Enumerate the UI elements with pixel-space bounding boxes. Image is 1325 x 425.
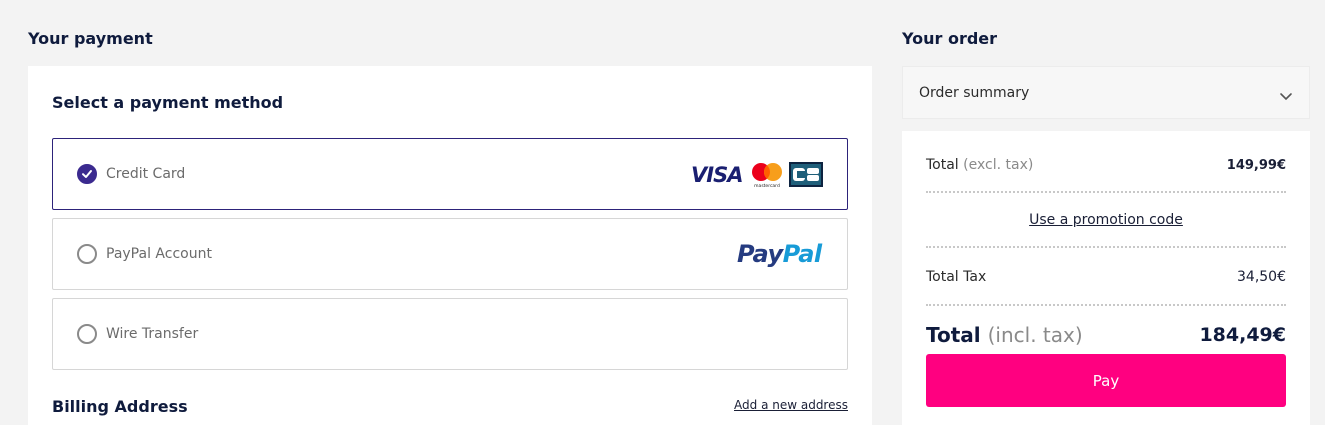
visa-logo: VISA	[691, 163, 743, 187]
total-excl-tax-value: 149,99€	[1226, 158, 1286, 173]
add-new-address-link[interactable]: Add a new address	[734, 398, 848, 412]
cb-logo	[789, 162, 823, 187]
option-label-wire-transfer: Wire Transfer	[106, 326, 199, 342]
chevron-down-icon	[1279, 87, 1293, 106]
payment-option-paypal[interactable]: PayPal Account PayPal	[52, 218, 848, 290]
mastercard-logo: mastercard	[750, 161, 784, 189]
total-tax-value: 34,50€	[1237, 269, 1286, 285]
total-excl-note: (excl. tax)	[963, 157, 1034, 173]
payment-option-wire-transfer[interactable]: Wire Transfer	[52, 298, 848, 370]
paypal-logo: PayPal	[737, 240, 822, 268]
order-section-title: Your order	[902, 29, 998, 48]
promotion-code-link[interactable]: Use a promotion code	[902, 212, 1310, 228]
payment-option-credit-card[interactable]: Credit Card VISA mastercard	[52, 138, 848, 210]
grand-total-label: Total (incl. tax)	[926, 323, 1083, 347]
divider	[926, 191, 1286, 193]
pay-button[interactable]: Pay	[926, 354, 1286, 407]
grand-total-value: 184,49€	[1199, 324, 1286, 346]
order-summary-toggle[interactable]: Order summary	[902, 66, 1310, 119]
total-excl-label-text: Total	[926, 157, 959, 173]
payment-method-heading: Select a payment method	[52, 93, 284, 112]
grand-total-note: (incl. tax)	[987, 323, 1083, 347]
total-excl-tax-label: Total (excl. tax)	[926, 157, 1033, 173]
paypal-logo-part1: Pay	[737, 240, 783, 268]
radio-unchecked-icon[interactable]	[77, 244, 97, 264]
option-label-credit-card: Credit Card	[106, 166, 186, 182]
payment-section-title: Your payment	[28, 29, 153, 48]
option-label-paypal: PayPal Account	[106, 246, 212, 262]
billing-address-heading: Billing Address	[52, 397, 188, 416]
order-totals-panel: Total (excl. tax) 149,99€ Use a promotio…	[902, 131, 1310, 425]
order-summary-label: Order summary	[919, 85, 1030, 101]
payment-panel: Select a payment method Credit Card VISA…	[28, 66, 872, 425]
divider	[926, 246, 1286, 248]
grand-total-label-text: Total	[926, 323, 981, 347]
mastercard-wordmark: mastercard	[754, 183, 780, 189]
radio-checked-icon[interactable]	[77, 164, 97, 184]
paypal-logo-part2: Pal	[782, 240, 822, 268]
radio-unchecked-icon[interactable]	[77, 324, 97, 344]
divider	[926, 304, 1286, 306]
total-tax-label: Total Tax	[926, 269, 987, 285]
